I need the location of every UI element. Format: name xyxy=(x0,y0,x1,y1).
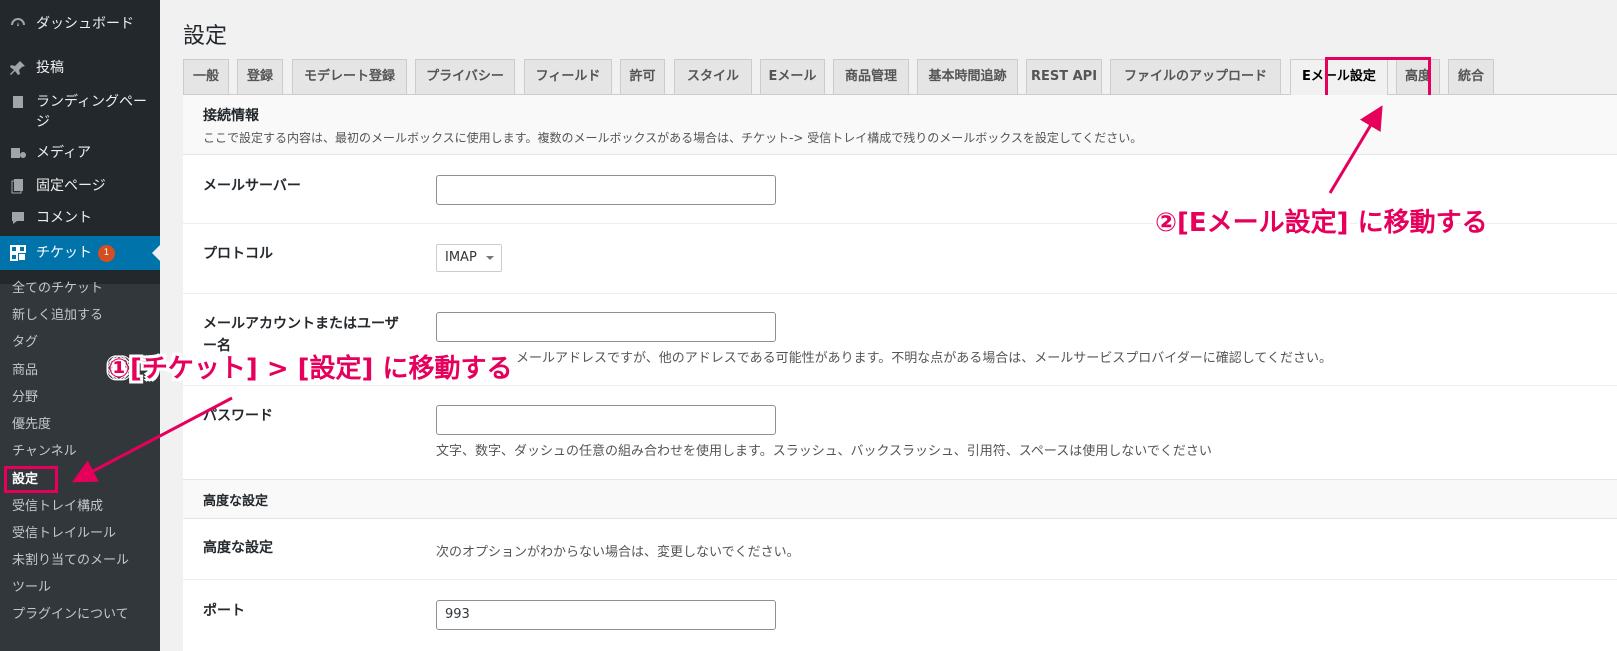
menu-comments[interactable]: コメント xyxy=(0,208,160,228)
menu-label: メディア xyxy=(36,145,92,161)
media-icon xyxy=(8,143,28,163)
tab-permissions[interactable]: 許可 xyxy=(620,59,665,94)
menu-pages[interactable]: 固定ページ xyxy=(0,176,160,196)
row-divider xyxy=(183,579,1617,580)
menu-label: チケット xyxy=(36,245,92,261)
password-input[interactable] xyxy=(436,405,776,435)
port-input[interactable]: 993 xyxy=(436,600,776,630)
submenu-add-new[interactable]: 新しく追加する xyxy=(12,306,103,326)
settings-highlight-box xyxy=(4,466,58,493)
step1-annotation: ①[チケット] > [設定] に移動する xyxy=(108,354,513,384)
submenu-products[interactable]: 商品 xyxy=(12,361,38,381)
menu-posts[interactable]: 投稿 xyxy=(0,58,160,78)
submenu-channels[interactable]: チャンネル xyxy=(12,442,77,462)
tab-moderate-registration[interactable]: モデレート登録 xyxy=(292,59,407,94)
advanced-help: 次のオプションがわからない場合は、変更しないでください。 xyxy=(436,545,800,560)
protocol-label: プロトコル xyxy=(203,246,273,262)
main-content: 設定 一般 登録 モデレート登録 プライバシー フィールド 許可 スタイル Eメ… xyxy=(160,0,1617,651)
tab-privacy[interactable]: プライバシー xyxy=(415,59,515,94)
row-divider xyxy=(183,385,1617,386)
menu-dashboard[interactable]: ダッシュボード xyxy=(0,14,160,34)
submenu-inbox-config[interactable]: 受信トレイ構成 xyxy=(12,497,103,517)
menu-label: 投稿 xyxy=(36,60,64,76)
tab-file-upload[interactable]: ファイルのアップロード xyxy=(1110,59,1281,94)
submenu-all-tickets[interactable]: 全てのチケット xyxy=(12,279,103,299)
protocol-value: IMAP xyxy=(445,250,477,265)
tab-general[interactable]: 一般 xyxy=(183,59,229,94)
tab-product-management[interactable]: 商品管理 xyxy=(833,59,909,94)
menu-label: コメント xyxy=(36,210,92,226)
pages-icon xyxy=(8,176,28,196)
admin-sidebar: ダッシュボード 投稿 ランディングページ メディア 固定ページ コメント チケッ… xyxy=(0,0,160,651)
submenu-priority[interactable]: 優先度 xyxy=(12,415,51,435)
tab-time-tracking[interactable]: 基本時間追跡 xyxy=(917,59,1018,94)
email-settings-highlight-box xyxy=(1325,57,1431,100)
step2-annotation: ②[Eメール設定] に移動する xyxy=(1155,208,1488,238)
submenu-unassigned-mail[interactable]: 未割り当てのメール xyxy=(12,551,129,571)
advanced-section-title: 高度な設定 xyxy=(203,494,269,509)
menu-landing-pages[interactable]: ランディングページ xyxy=(0,92,160,132)
connection-section-desc: ここで設定する内容は、最初のメールボックスに使用します。複数のメールボックスがあ… xyxy=(203,131,1143,145)
menu-label: ダッシュボード xyxy=(36,16,134,32)
submenu-inbox-rules[interactable]: 受信トレイルール xyxy=(12,524,116,544)
connection-section-header: 接続情報 ここで設定する内容は、最初のメールボックスに使用します。複数のメールボ… xyxy=(183,95,1617,155)
password-label: パスワード xyxy=(203,408,273,424)
tab-registration[interactable]: 登録 xyxy=(237,59,283,94)
password-help: 文字、数字、ダッシュの任意の組み合わせを使用します。スラッシュ、バックスラッシュ… xyxy=(436,444,1212,459)
port-label: ポート xyxy=(203,603,245,619)
submenu-about[interactable]: プラグインについて xyxy=(12,605,129,625)
menu-media[interactable]: メディア xyxy=(0,143,160,163)
chevron-down-icon xyxy=(486,256,494,264)
tab-style[interactable]: スタイル xyxy=(674,59,752,94)
row-divider xyxy=(183,293,1617,294)
submenu-tags[interactable]: タグ xyxy=(12,333,38,353)
mail-server-input[interactable] xyxy=(436,175,776,205)
mail-server-label: メールサーバー xyxy=(203,178,301,194)
tab-fields[interactable]: フィールド xyxy=(524,59,612,94)
menu-label: ランディングページ xyxy=(36,94,148,130)
tab-rest-api[interactable]: REST API xyxy=(1026,59,1102,94)
submenu-tools[interactable]: ツール xyxy=(12,578,51,598)
account-help: 、メールアドレスですが、他のアドレスである可能性があります。不明な点がある場合は… xyxy=(503,351,1333,366)
ticket-icon xyxy=(8,243,28,263)
page-icon xyxy=(8,92,28,112)
tab-integration[interactable]: 統合 xyxy=(1448,59,1494,94)
advanced-section-header: 高度な設定 xyxy=(183,479,1617,519)
comment-icon xyxy=(8,208,28,228)
menu-tickets[interactable]: チケット 1 xyxy=(0,236,160,270)
menu-label: 固定ページ xyxy=(36,178,106,194)
dashboard-icon xyxy=(8,14,28,34)
tab-email[interactable]: Eメール xyxy=(760,59,825,94)
advanced-label: 高度な設定 xyxy=(203,540,273,556)
submenu-categories[interactable]: 分野 xyxy=(12,388,38,408)
pin-icon xyxy=(8,58,28,78)
notification-badge: 1 xyxy=(98,244,115,262)
protocol-select[interactable]: IMAP xyxy=(436,244,502,272)
page-title: 設定 xyxy=(183,24,228,49)
account-input[interactable] xyxy=(436,312,776,342)
connection-section-title: 接続情報 xyxy=(203,108,259,124)
